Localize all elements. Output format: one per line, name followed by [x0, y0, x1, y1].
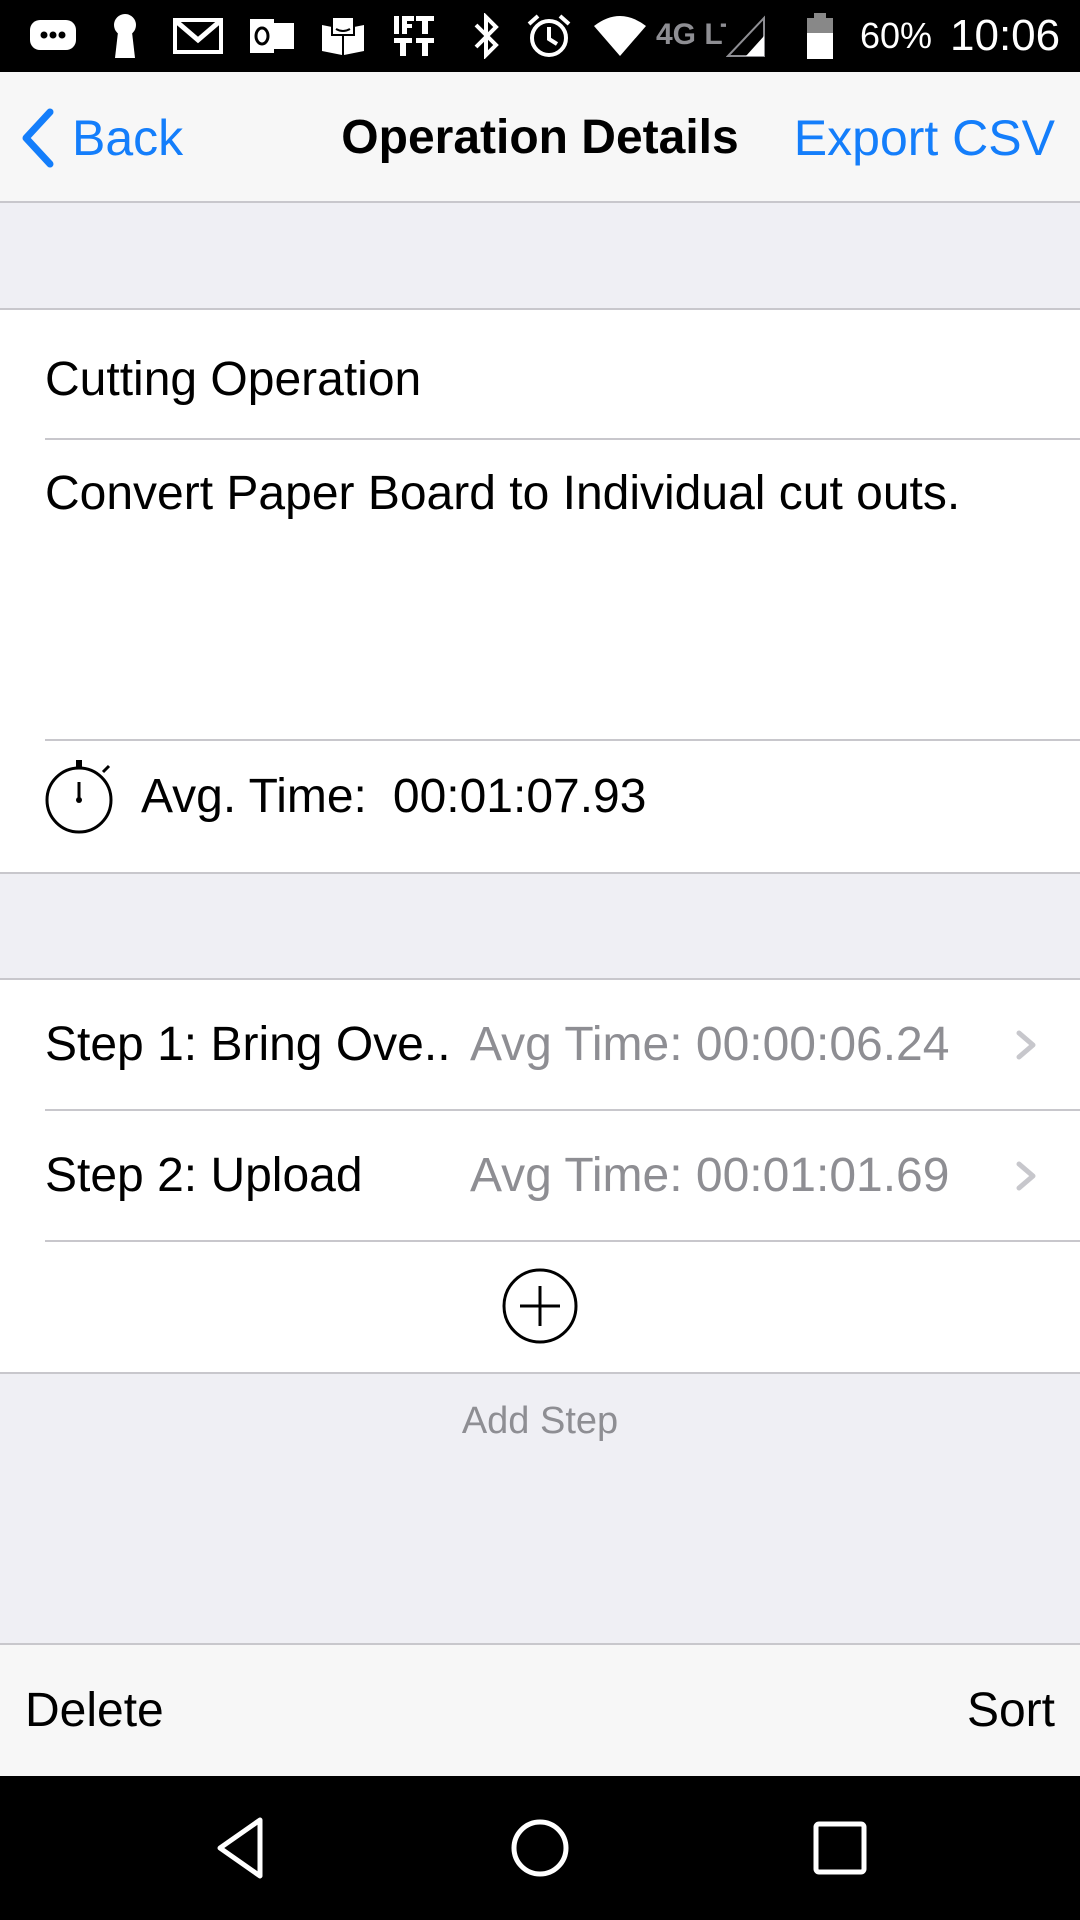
- add-step-button[interactable]: [500, 1266, 580, 1346]
- android-navigation-bar: [0, 1776, 1080, 1920]
- svg-text:4G LTE: 4G LTE: [656, 18, 726, 51]
- divider: [45, 1240, 1080, 1242]
- chevron-right-icon: [1016, 1161, 1036, 1191]
- step-row[interactable]: Step 1: Bring Ove.. Avg Time: 00:00:06.2…: [0, 980, 1080, 1110]
- status-bar: 4G LTE 60% 10:06: [0, 0, 1080, 72]
- divider: [45, 739, 1080, 741]
- 4g-lte-icon: 4G LTE: [654, 12, 726, 60]
- back-label: Back: [72, 110, 184, 166]
- android-back-icon[interactable]: [204, 1812, 276, 1884]
- amazon-kindle-icon: [320, 12, 366, 60]
- outlook-icon: [248, 12, 296, 60]
- sort-button[interactable]: Sort: [967, 1645, 1055, 1776]
- gmail-icon: [172, 12, 224, 60]
- operation-description-field[interactable]: Convert Paper Board to Individual cut ou…: [45, 462, 1045, 526]
- step-name: Step 1: Bring Ove..: [45, 1018, 451, 1071]
- status-clock: 10:06: [950, 11, 1061, 60]
- chevron-right-icon: [1016, 1030, 1036, 1060]
- bottom-toolbar: Delete Sort: [0, 1643, 1080, 1776]
- bluetooth-icon: [470, 12, 502, 60]
- back-button[interactable]: Back: [20, 102, 183, 174]
- chat-icon: [28, 12, 78, 60]
- step-row[interactable]: Step 2: Upload Avg Time: 00:01:01.69: [0, 1111, 1080, 1241]
- wifi-icon: [592, 12, 648, 60]
- avg-time-label: Avg. Time:: [141, 769, 367, 823]
- ifttt-icon: [392, 12, 438, 60]
- chevron-left-icon: [22, 108, 54, 168]
- avg-time-value: 00:01:07.93: [392, 769, 647, 823]
- delete-button[interactable]: Delete: [25, 1645, 164, 1776]
- stopwatch-icon: [45, 760, 113, 834]
- alarm-icon: [526, 12, 572, 60]
- battery-icon: [804, 12, 836, 60]
- step-avg-time: Avg Time: 00:00:06.24: [470, 1018, 950, 1071]
- cell-signal-icon: [726, 12, 766, 60]
- operation-avg-time-row: Avg. Time: 00:01:07.93: [45, 756, 646, 836]
- add-step-label: Add Step: [461, 1400, 619, 1442]
- navigation-bar: Back Operation Details Export CSV: [0, 72, 1080, 203]
- step-avg-time: Avg Time: 00:01:01.69: [470, 1149, 950, 1202]
- divider: [45, 438, 1080, 440]
- operation-name-field[interactable]: Cutting Operation: [45, 340, 421, 420]
- keyhole-icon: [108, 12, 142, 60]
- step-name: Step 2: Upload: [45, 1149, 363, 1202]
- android-home-icon[interactable]: [504, 1812, 576, 1884]
- export-csv-button[interactable]: Export CSV: [794, 102, 1055, 174]
- android-recents-icon[interactable]: [804, 1812, 876, 1884]
- battery-percent: 60%: [860, 15, 933, 56]
